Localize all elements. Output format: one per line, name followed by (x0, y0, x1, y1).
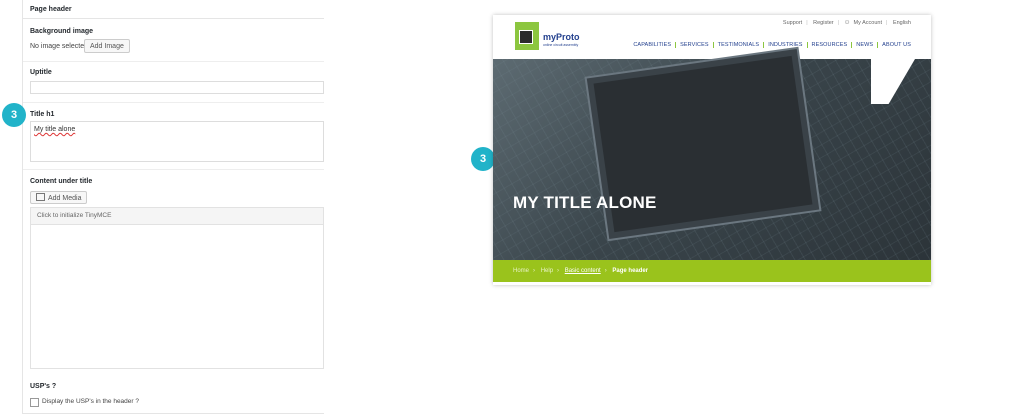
background-image-section: Background image No image selected Add I… (23, 20, 324, 62)
uptitle-label: Uptitle (30, 69, 52, 76)
add-media-button[interactable]: Add Media (30, 191, 88, 204)
content-editor-area[interactable] (30, 225, 324, 369)
top-utility-bar: Support | Register | ⚇ My Account | English (782, 20, 911, 26)
logo-tagline: online circuit assembly (543, 43, 579, 47)
tinymce-init-bar[interactable]: Click to initialize TinyMCE (30, 207, 324, 225)
logo-name[interactable]: myProto (543, 32, 580, 42)
topbar-register-link[interactable]: Register (813, 20, 833, 26)
topbar-account-link[interactable]: My Account (854, 20, 882, 26)
uptitle-input[interactable] (30, 81, 324, 94)
nav-about-us[interactable]: ABOUT US (878, 42, 915, 48)
nav-testimonials[interactable]: TESTIMONIALS (713, 42, 765, 48)
nav-services[interactable]: SERVICES (676, 42, 714, 48)
usps-label: USP's ? (30, 383, 57, 390)
nav-capabilities[interactable]: CAPABILITIES (629, 42, 677, 48)
main-nav: CAPABILITIES SERVICES TESTIMONIALS INDUSTRI… (629, 42, 915, 48)
nav-resources[interactable]: RESOURCES (807, 42, 853, 48)
nav-industries[interactable]: INDUSTRIES (764, 42, 808, 48)
add-media-label: Add Media (48, 195, 82, 202)
breadcrumb: Home › Help › Basic content › Page header (493, 260, 931, 282)
usps-checkbox-label: Display the USP's in the header ? (42, 398, 139, 405)
panel-title: Page header (23, 0, 324, 19)
breadcrumb-help[interactable]: Help (541, 268, 553, 274)
hero-banner: MY TITLE ALONE (493, 55, 931, 260)
topbar-support-link[interactable]: Support (783, 20, 802, 26)
title-h1-label: Title h1 (30, 111, 55, 118)
breadcrumb-home[interactable]: Home (513, 268, 529, 274)
breadcrumb-current: Page header (612, 268, 649, 274)
topbar-language-link[interactable]: English (893, 20, 911, 26)
acf-field-panel: Page header Background image No image se… (22, 0, 324, 414)
background-image-label: Background image (30, 28, 94, 35)
step-badge-right: 3 (471, 147, 495, 171)
add-image-button[interactable]: Add Image (84, 39, 130, 53)
title-h1-textarea[interactable]: My title alone (30, 121, 324, 162)
step-badge-left: 3 (2, 103, 26, 127)
breadcrumb-basic-content[interactable]: Basic content (565, 268, 601, 274)
user-icon: ⚇ (844, 20, 850, 26)
uptitle-section: Uptitle (23, 62, 324, 103)
no-image-text: No image selected (30, 43, 88, 50)
logo-chip-icon[interactable] (515, 22, 539, 50)
hero-title: MY TITLE ALONE (513, 193, 657, 212)
nav-news[interactable]: NEWS (852, 42, 879, 48)
add-media-icon (36, 193, 45, 201)
content-under-title-label: Content under title (30, 178, 93, 185)
usps-checkbox[interactable] (30, 398, 39, 407)
title-h1-section: Title h1 My title alone (23, 103, 324, 170)
website-preview: Support | Register | ⚇ My Account | English … (493, 15, 931, 285)
title-h1-value: My title alone (34, 126, 76, 133)
